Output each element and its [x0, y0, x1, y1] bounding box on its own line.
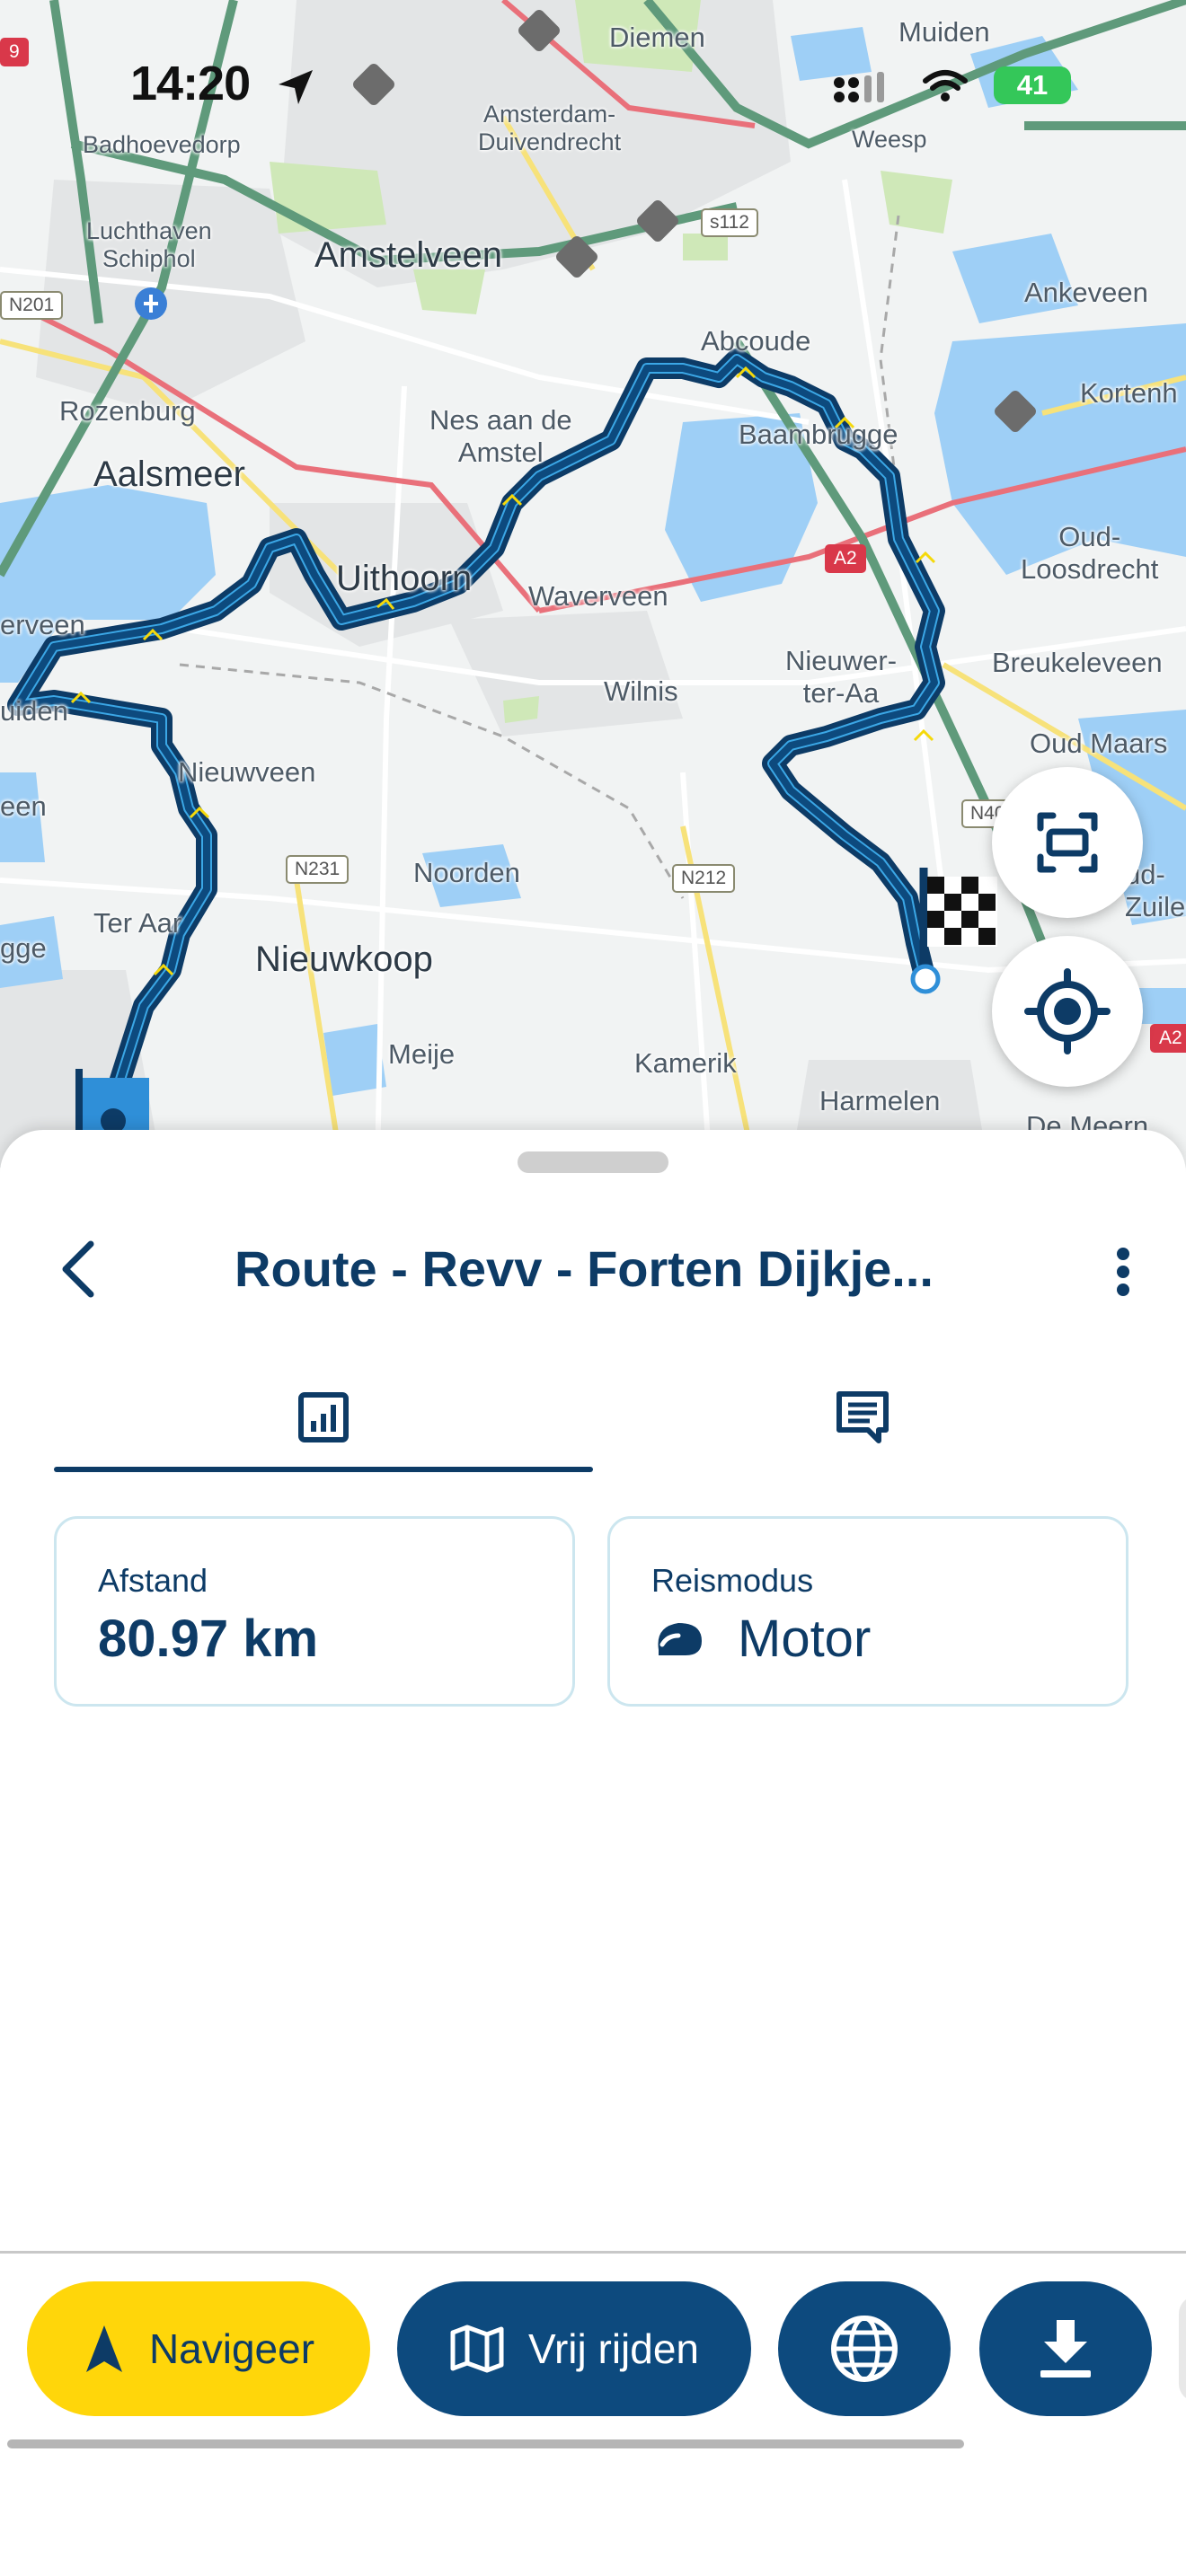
place-label: Amstelveen — [314, 235, 502, 275]
status-bar: 14:20 41 — [0, 0, 1186, 171]
road-shield: N212 — [672, 864, 736, 893]
map-icon — [450, 2325, 504, 2373]
place-label: Nieuwkoop — [255, 940, 433, 979]
navigate-label: Navigeer — [148, 2325, 315, 2372]
travel-mode-label: Reismodus — [651, 1562, 814, 1599]
travel-mode-value: Motor — [738, 1610, 872, 1668]
place-label: Kamerik — [634, 1047, 737, 1079]
distance-card: Afstand 80.97 km — [54, 1516, 575, 1707]
place-label: Waverveen — [528, 580, 668, 612]
place-label: Kortenh — [1080, 377, 1178, 409]
crosshair-icon — [1024, 968, 1111, 1054]
place-label: Noorden — [413, 857, 520, 888]
place-label: Ankeveen — [1024, 277, 1148, 308]
place-label: Abcoude — [701, 325, 811, 357]
place-label: Rozenburg — [59, 395, 196, 427]
fit-route-button[interactable] — [992, 767, 1143, 918]
place-label: Uithoorn — [336, 559, 473, 598]
action-bar-divider — [0, 2251, 1186, 2254]
back-button[interactable] — [47, 1229, 110, 1310]
place-label: Nes aan de Amstel — [429, 404, 572, 468]
place-label: Harmelen — [819, 1085, 941, 1116]
road-shield: N201 — [0, 291, 64, 320]
distance-label: Afstand — [98, 1562, 208, 1599]
location-arrow-icon — [279, 70, 313, 104]
comment-icon — [836, 1391, 889, 1443]
fit-frame-icon — [1037, 812, 1098, 873]
road-shield: A2 — [1150, 1024, 1186, 1053]
place-label: Luchthaven Schiphol — [86, 217, 212, 272]
more-options-button[interactable] — [1096, 1227, 1150, 1317]
sheet-grabber[interactable] — [518, 1151, 668, 1173]
place-label: Wilnis — [604, 675, 678, 707]
place-label: uiden — [0, 695, 68, 727]
tab-comments[interactable] — [566, 1363, 1159, 1471]
place-label: Nieuwveen — [178, 756, 316, 788]
distance-value: 80.97 km — [98, 1610, 319, 1668]
navigate-button[interactable]: Navigeer — [27, 2281, 370, 2416]
place-label: Ter Aar — [93, 907, 182, 939]
navigation-arrow-icon — [85, 2325, 122, 2372]
cellular-signal-icon — [834, 72, 884, 102]
chevron-left-icon — [62, 1240, 94, 1298]
road-shield: s112 — [701, 208, 758, 237]
road-shield: A2 — [825, 544, 866, 573]
wifi-icon — [923, 70, 968, 101]
route-finish-flag — [910, 868, 997, 994]
place-label: Oud- Loosdrecht — [1021, 521, 1159, 585]
free-ride-button[interactable]: Vrij rijden — [397, 2281, 751, 2416]
free-ride-label: Vrij rijden — [527, 2325, 700, 2372]
route-title: Route - Revv - Forten Dijkje... — [235, 1240, 934, 1297]
download-icon — [1040, 2320, 1091, 2378]
road-shield: N231 — [286, 855, 350, 884]
overflow-action-button[interactable] — [1179, 2296, 1186, 2402]
place-label: erveen — [0, 609, 85, 640]
travel-mode-card: Reismodus Motor — [607, 1516, 1128, 1707]
airport-icon — [135, 287, 167, 320]
place-label: Baambrugge — [739, 419, 898, 450]
download-button[interactable] — [979, 2281, 1152, 2416]
active-tab-indicator — [54, 1467, 593, 1472]
battery-indicator: 41 — [994, 66, 1071, 104]
route-map[interactable]: Diemen Muiden Badhoevedorp Amsterdam- Du… — [0, 0, 1186, 1168]
place-label: Meije — [388, 1038, 456, 1070]
globe-icon — [831, 2316, 898, 2382]
place-label: Oud Maars — [1030, 728, 1168, 759]
more-vertical-icon — [1117, 1248, 1129, 1296]
locate-me-button[interactable] — [992, 936, 1143, 1087]
bar-chart-icon — [298, 1392, 349, 1442]
place-label: een — [0, 790, 47, 822]
place-label: gge — [0, 932, 47, 964]
place-label: Aalsmeer — [93, 454, 245, 494]
motorcycle-icon — [658, 1622, 702, 1655]
status-time: 14:20 — [130, 57, 251, 110]
place-label: Nieuwer- ter-Aa — [785, 645, 898, 709]
home-indicator — [7, 2439, 964, 2448]
place-label: Breukeleveen — [992, 647, 1163, 678]
globe-button[interactable] — [778, 2281, 951, 2416]
tab-statistics[interactable] — [27, 1363, 620, 1471]
